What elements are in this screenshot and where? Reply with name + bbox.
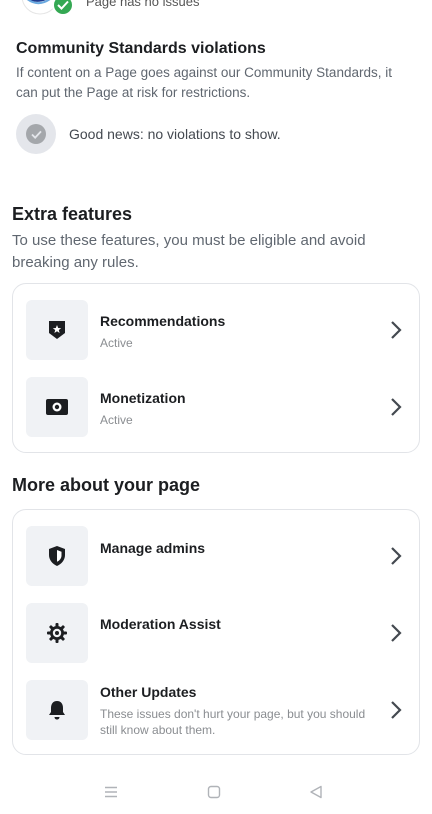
extra-features-description: To use these features, you must be eligi… xyxy=(12,232,366,271)
recommendations-row[interactable]: Recommendations Active xyxy=(13,298,419,362)
chevron-right-icon xyxy=(391,624,402,642)
community-standards-title: Community Standards violations xyxy=(16,40,266,57)
other-updates-row[interactable]: Other Updates These issues don't hurt yo… xyxy=(13,678,419,742)
other-updates-description: These issues don't hurt your page, but y… xyxy=(100,707,366,737)
moderation-assist-row[interactable]: Moderation Assist xyxy=(13,601,419,665)
monetization-title: Monetization xyxy=(100,390,186,406)
bell-icon xyxy=(26,680,88,740)
chevron-right-icon xyxy=(391,398,402,416)
monetization-status: Active xyxy=(100,413,133,427)
manage-admins-row[interactable]: Manage admins xyxy=(13,524,419,588)
back-triangle-icon[interactable] xyxy=(306,782,326,802)
extra-features-card: Recommendations Active Monetization Acti… xyxy=(12,283,420,453)
recommendation-badge-icon xyxy=(26,300,88,360)
no-violations-text: Good news: no violations to show. xyxy=(69,126,281,142)
more-about-title: More about your page xyxy=(12,475,201,495)
chevron-right-icon xyxy=(391,547,402,565)
other-updates-title: Other Updates xyxy=(100,684,197,700)
system-nav-bar xyxy=(0,770,432,814)
gear-icon xyxy=(26,603,88,663)
chevron-right-icon xyxy=(391,701,402,719)
menu-icon[interactable] xyxy=(101,782,121,802)
checkmark-circle-icon xyxy=(16,114,56,154)
no-violations-status: Good news: no violations to show. xyxy=(16,114,281,154)
recommendations-title: Recommendations xyxy=(100,313,226,329)
chevron-right-icon xyxy=(391,321,402,339)
shield-icon xyxy=(26,526,88,586)
extra-features-title: Extra features xyxy=(12,204,133,224)
more-about-card: Manage admins Moderation Assist Other Up… xyxy=(12,509,420,755)
monetization-row[interactable]: Monetization Active xyxy=(13,375,419,439)
community-standards-description: If content on a Page goes against our Co… xyxy=(16,65,392,100)
page-header: Page has no issues xyxy=(0,0,432,22)
moderation-assist-title: Moderation Assist xyxy=(100,616,221,632)
check-icon xyxy=(52,0,74,16)
page-status-caption: Page has no issues xyxy=(86,0,200,9)
manage-admins-title: Manage admins xyxy=(100,540,206,556)
recommendations-status: Active xyxy=(100,336,133,350)
home-square-icon[interactable] xyxy=(204,782,224,802)
money-icon xyxy=(26,377,88,437)
